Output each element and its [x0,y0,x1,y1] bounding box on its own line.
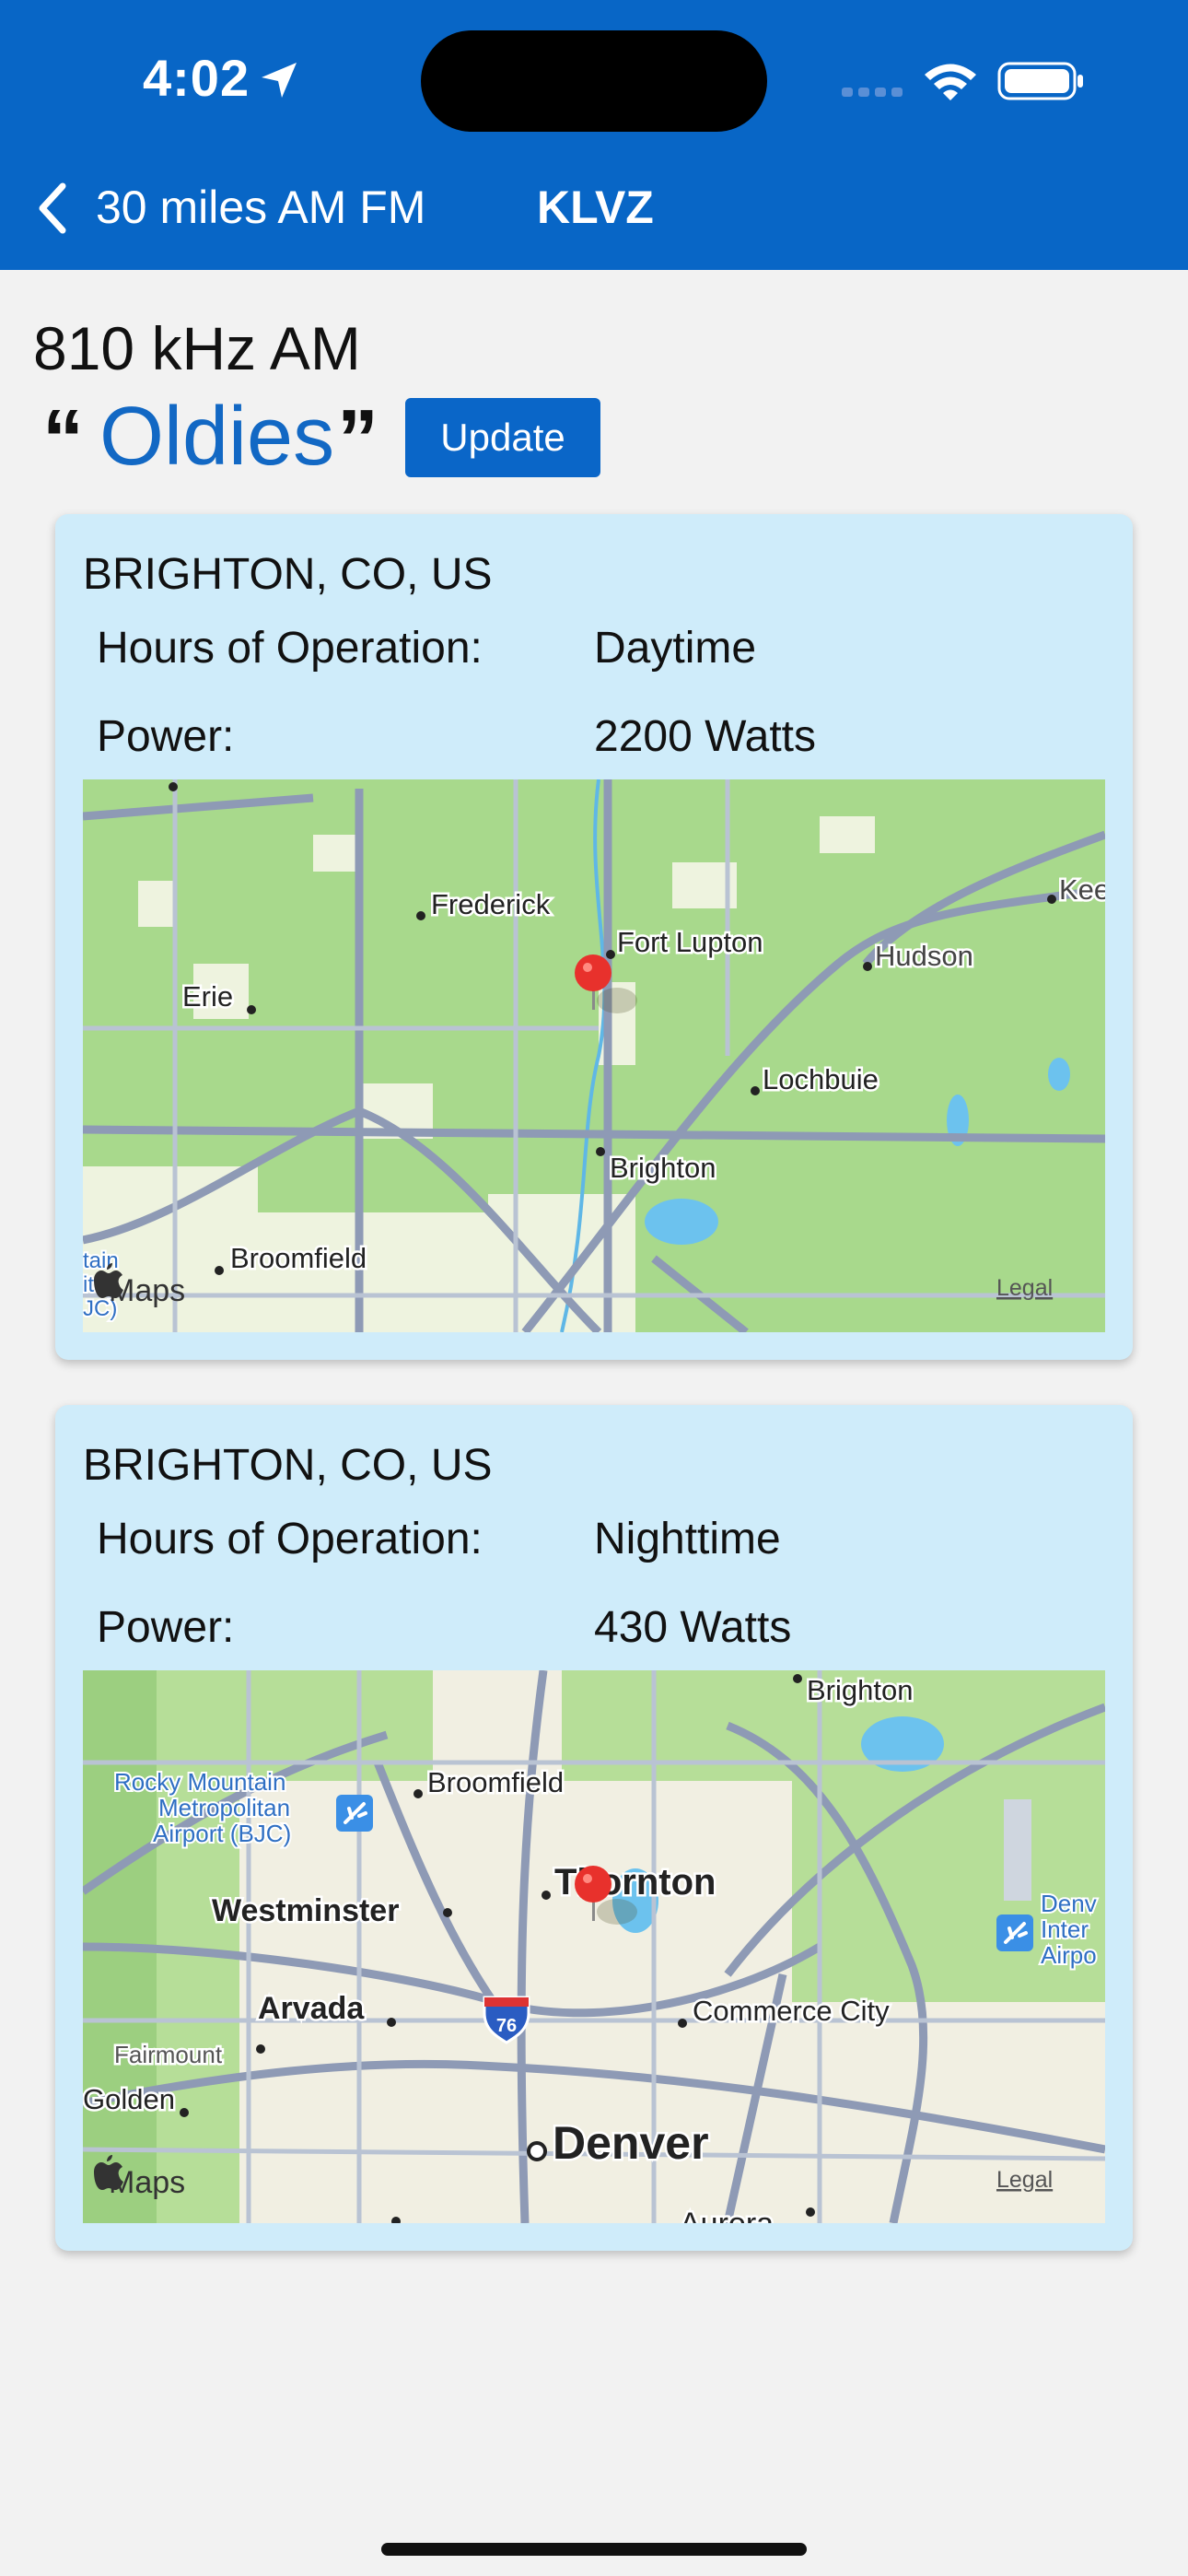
chevron-left-icon[interactable] [33,181,72,236]
map-label: Denv [1041,1890,1097,1917]
card-location: BRIGHTON, CO, US [83,1441,493,1490]
map-label: Broomfield [230,1242,367,1274]
nav-bar: 4:02 30 miles AM FM KLVZ [0,0,1188,270]
station-genre: Oldies [99,391,335,483]
power-value: 2200 Watts [594,712,817,761]
map-label: Airpo [1041,1941,1097,1969]
map-label: Frederick [431,888,551,920]
map-view[interactable]: Brighton Broomfield Thornton Westminster… [83,1670,1105,2223]
map-label: Fairmount [114,2041,223,2068]
map-label: Inter [1041,1915,1089,1943]
card-location: BRIGHTON, CO, US [83,550,493,599]
map-label: Golden [83,2083,175,2115]
dynamic-island [421,30,767,132]
back-button[interactable]: 30 miles AM FM [96,181,425,234]
status-time: 4:02 [143,49,250,107]
legal-link[interactable]: Legal [996,2167,1053,2193]
interstate-number: 76 [496,2016,517,2036]
map-label: tain [83,1248,119,1273]
power-value: 430 Watts [594,1603,792,1652]
map-label: Brighton [807,1674,913,1706]
map-label: Erie [182,980,233,1013]
station-frequency: 810 kHz AM [33,314,361,382]
close-quote: ” [337,393,379,486]
map-label: Denver [553,2117,709,2169]
update-button[interactable]: Update [405,398,600,477]
map-label: Lochbuie [763,1063,879,1095]
home-indicator [381,2543,807,2556]
map-label: Metropolitan [158,1794,290,1821]
location-arrow-icon [262,63,297,98]
map-label: Hudson [875,940,973,972]
hours-value: Daytime [594,624,757,673]
map-label: Arvada [258,1991,365,2026]
airport-icon [336,1795,373,1832]
map-label: Westminster [212,1893,399,1928]
transmitter-card-day: BRIGHTON, CO, US Hours of Operation: Day… [55,514,1133,1360]
map-label: Kee [1059,873,1105,906]
map-label: Aurora [680,2207,774,2223]
hours-label: Hours of Operation: [97,1515,483,1563]
map-label: Commerce City [693,1995,890,2027]
map-label: Brighton [610,1152,716,1184]
hours-label: Hours of Operation: [97,624,483,673]
open-quote: “ [42,393,84,486]
map-label: Fort Lupton [617,926,763,958]
battery-icon [997,62,1083,100]
map-label: Rocky Mountain [114,1768,285,1796]
wifi-icon [925,64,976,100]
page-title: KLVZ [537,181,654,233]
map-label: Broomfield [427,1766,564,1798]
map-view[interactable]: Frederick Fort Lupton Hudson Kee Erie Lo… [83,779,1105,1332]
legal-link[interactable]: Legal [996,1275,1053,1301]
map-label: Airport (BJC) [153,1820,291,1847]
hours-value: Nighttime [594,1515,781,1563]
power-label: Power: [97,712,235,761]
transmitter-card-night: BRIGHTON, CO, US Hours of Operation: Nig… [55,1405,1133,2251]
power-label: Power: [97,1603,235,1652]
cellular-signal-icon [842,88,903,97]
airport-icon [996,1914,1033,1951]
